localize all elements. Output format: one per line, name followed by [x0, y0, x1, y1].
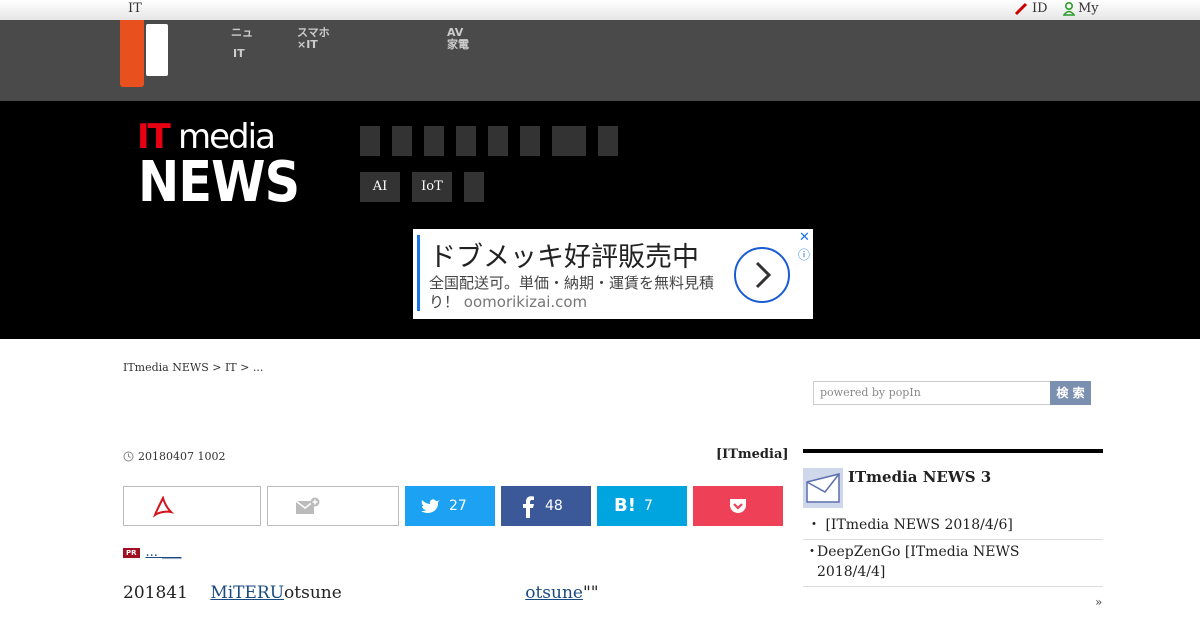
body-text-mid: otsune — [284, 583, 342, 603]
ad-body: 全国配送可。単価・納期・運賃を無料見積り！ oomorikizai.com — [429, 274, 719, 312]
search-button[interactable]: 検 索 — [1050, 381, 1091, 405]
hatena-bookmark-button[interactable]: B! 7 — [597, 486, 687, 526]
ranking-title: ITmedia NEWS 3 — [848, 468, 992, 486]
category-button[interactable] — [552, 126, 586, 156]
breadcrumb[interactable]: ITmedia NEWS > IT > ... — [123, 361, 263, 374]
nav-item-av-line2: 家電 — [447, 38, 469, 51]
ad-banner[interactable]: ドブメッキ好評販売中 全国配送可。単価・納期・運賃を無料見積り！ oomorik… — [413, 229, 813, 319]
category-button[interactable] — [360, 126, 380, 156]
pr-link[interactable]: ... ___ — [146, 545, 182, 560]
nav-item-news-line1: ニュ — [231, 26, 253, 39]
ad-url: oomorikizai.com — [463, 293, 588, 311]
miteru-link[interactable]: MiTERU — [210, 583, 284, 603]
chevron-right-icon — [755, 261, 772, 289]
facebook-icon — [523, 496, 534, 518]
facebook-count: 48 — [545, 498, 563, 514]
pocket-button[interactable] — [693, 486, 783, 526]
sidebar-ranking — [803, 449, 1103, 453]
ranking-item[interactable]: ・ [ITmedia NEWS 2018/4/6] — [803, 515, 1103, 540]
clock-icon — [123, 451, 134, 462]
nav-item-smartphone[interactable]: スマホ ×IT — [297, 27, 330, 51]
ad-headline: ドブメッキ好評販売中 — [429, 242, 699, 273]
otsune-link[interactable]: otsune — [525, 583, 583, 603]
id-link[interactable]: ID — [1014, 1, 1048, 16]
pencil-icon — [1014, 2, 1028, 15]
article-source: [ITmedia] — [716, 447, 789, 462]
pdf-icon — [153, 496, 174, 518]
nav-item-news[interactable]: ニュ IT — [231, 27, 253, 60]
category-button[interactable] — [598, 126, 618, 156]
nav-tab-secondary[interactable] — [146, 24, 168, 76]
ad-close-icon[interactable]: ✕ — [799, 230, 810, 245]
body-text-pre: 201841 — [123, 583, 188, 603]
pdf-button[interactable] — [123, 486, 261, 526]
category-button[interactable] — [488, 126, 508, 156]
twitter-icon — [421, 499, 440, 513]
category-button[interactable] — [456, 126, 476, 156]
twitter-share-button[interactable]: 27 — [405, 486, 495, 526]
nav-tab-active[interactable] — [120, 20, 144, 87]
ranking-item-text: DeepZenGo [ITmedia NEWS 2018/4/4] — [817, 544, 1020, 580]
tag-iot[interactable]: IoT — [412, 172, 452, 202]
top-utility-bar: IT ID My — [0, 0, 1200, 21]
article-date-text: 20180407 1002 — [138, 450, 226, 463]
category-button[interactable] — [392, 126, 412, 156]
hatena-icon: B! — [614, 495, 636, 516]
my-label: My — [1078, 1, 1099, 16]
nav-item-news-line2: IT — [233, 47, 245, 60]
hatena-count: 7 — [644, 498, 653, 514]
tag-ai[interactable]: AI — [360, 172, 400, 202]
nav-item-av[interactable]: AV 家電 — [447, 27, 469, 51]
search-input[interactable]: powered by popIn — [813, 381, 1051, 405]
article-date: 20180407 1002 — [123, 450, 225, 463]
search-placeholder: powered by popIn — [820, 386, 921, 399]
mail-add-icon — [295, 497, 320, 514]
category-button[interactable] — [424, 126, 444, 156]
my-link[interactable]: My — [1063, 1, 1099, 16]
category-button[interactable] — [520, 126, 540, 156]
ad-next-button[interactable] — [734, 247, 790, 303]
mail-envelope-icon — [803, 468, 843, 508]
topbar-it-link[interactable]: IT — [128, 1, 142, 16]
facebook-share-button[interactable]: 48 — [501, 486, 591, 526]
ranking-item[interactable]: ・ DeepZenGo [ITmedia NEWS 2018/4/4] — [803, 542, 1103, 587]
pocket-icon — [730, 499, 746, 513]
id-label: ID — [1032, 1, 1048, 16]
nav-item-smartphone-line2: ×IT — [297, 38, 318, 51]
body-text-post: "" — [582, 583, 599, 603]
site-nav — [0, 20, 1200, 101]
ad-accent-bar — [417, 235, 420, 311]
logo-news[interactable]: NEWS — [138, 150, 300, 215]
pr-link-row: PR ... ___ — [123, 545, 182, 560]
article-body-line: 201841 MiTERUotsune otsune"" — [123, 583, 599, 603]
user-icon — [1063, 1, 1075, 16]
pr-badge: PR — [123, 547, 140, 558]
twitter-count: 27 — [449, 498, 467, 514]
ad-info-icon[interactable]: ⓘ — [798, 246, 810, 263]
save-button[interactable] — [267, 486, 399, 526]
tag-other[interactable] — [464, 172, 484, 202]
ranking-item-text: [ITmedia NEWS 2018/4/6] — [821, 517, 1013, 533]
ranking-more-link[interactable]: » — [1095, 595, 1102, 609]
